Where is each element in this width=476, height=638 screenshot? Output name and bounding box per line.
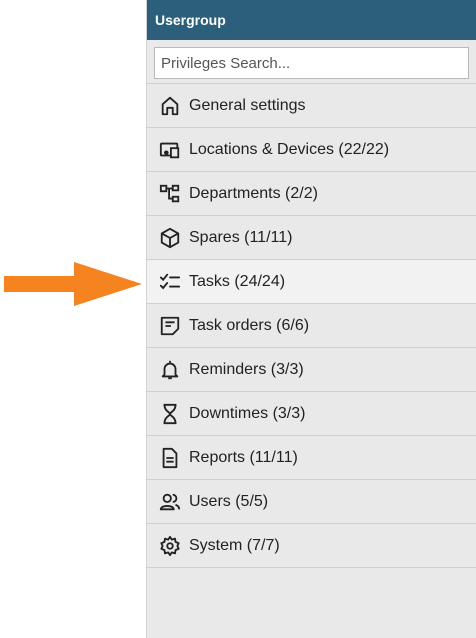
privileges-search-input[interactable] bbox=[154, 47, 469, 79]
gear-icon bbox=[159, 535, 181, 557]
menu-item-system[interactable]: System (7/7) bbox=[147, 524, 476, 568]
menu-item-label: Downtimes (3/3) bbox=[189, 404, 306, 422]
menu-item-reminders[interactable]: Reminders (3/3) bbox=[147, 348, 476, 392]
menu-item-label: Task orders (6/6) bbox=[189, 316, 310, 334]
menu-item-downtimes[interactable]: Downtimes (3/3) bbox=[147, 392, 476, 436]
menu-item-label: General settings bbox=[189, 96, 306, 114]
privileges-menu: General settings Locations & Devices (22… bbox=[147, 84, 476, 568]
bell-icon bbox=[159, 359, 181, 381]
menu-item-label: Spares (11/11) bbox=[189, 228, 293, 246]
menu-item-spares[interactable]: Spares (11/11) bbox=[147, 216, 476, 260]
menu-item-label: Users (5/5) bbox=[189, 492, 269, 510]
menu-item-reports[interactable]: Reports (11/11) bbox=[147, 436, 476, 480]
menu-item-label: System (7/7) bbox=[189, 536, 280, 554]
menu-item-label: Locations & Devices (22/22) bbox=[189, 140, 390, 158]
menu-item-label: Tasks (24/24) bbox=[189, 272, 286, 290]
orange-arrow-pointer bbox=[4, 262, 142, 306]
search-container bbox=[147, 40, 476, 84]
menu-item-locations-devices[interactable]: Locations & Devices (22/22) bbox=[147, 128, 476, 172]
note-icon bbox=[159, 315, 181, 337]
checklist-icon bbox=[159, 271, 181, 293]
menu-item-tasks[interactable]: Tasks (24/24) bbox=[147, 260, 476, 304]
devices-icon bbox=[159, 139, 181, 161]
menu-item-label: Reminders (3/3) bbox=[189, 360, 304, 378]
panel-title: Usergroup bbox=[147, 0, 476, 40]
menu-item-departments[interactable]: Departments (2/2) bbox=[147, 172, 476, 216]
usergroup-panel: Usergroup General settings Locations & D… bbox=[146, 0, 476, 638]
home-icon bbox=[159, 95, 181, 117]
hierarchy-icon bbox=[159, 183, 181, 205]
report-icon bbox=[159, 447, 181, 469]
menu-item-general-settings[interactable]: General settings bbox=[147, 84, 476, 128]
box-icon bbox=[159, 227, 181, 249]
menu-item-task-orders[interactable]: Task orders (6/6) bbox=[147, 304, 476, 348]
menu-item-label: Departments (2/2) bbox=[189, 184, 318, 202]
hourglass-icon bbox=[159, 403, 181, 425]
users-icon bbox=[159, 491, 181, 513]
menu-item-label: Reports (11/11) bbox=[189, 448, 298, 466]
menu-item-users[interactable]: Users (5/5) bbox=[147, 480, 476, 524]
page: Usergroup General settings Locations & D… bbox=[0, 0, 476, 638]
